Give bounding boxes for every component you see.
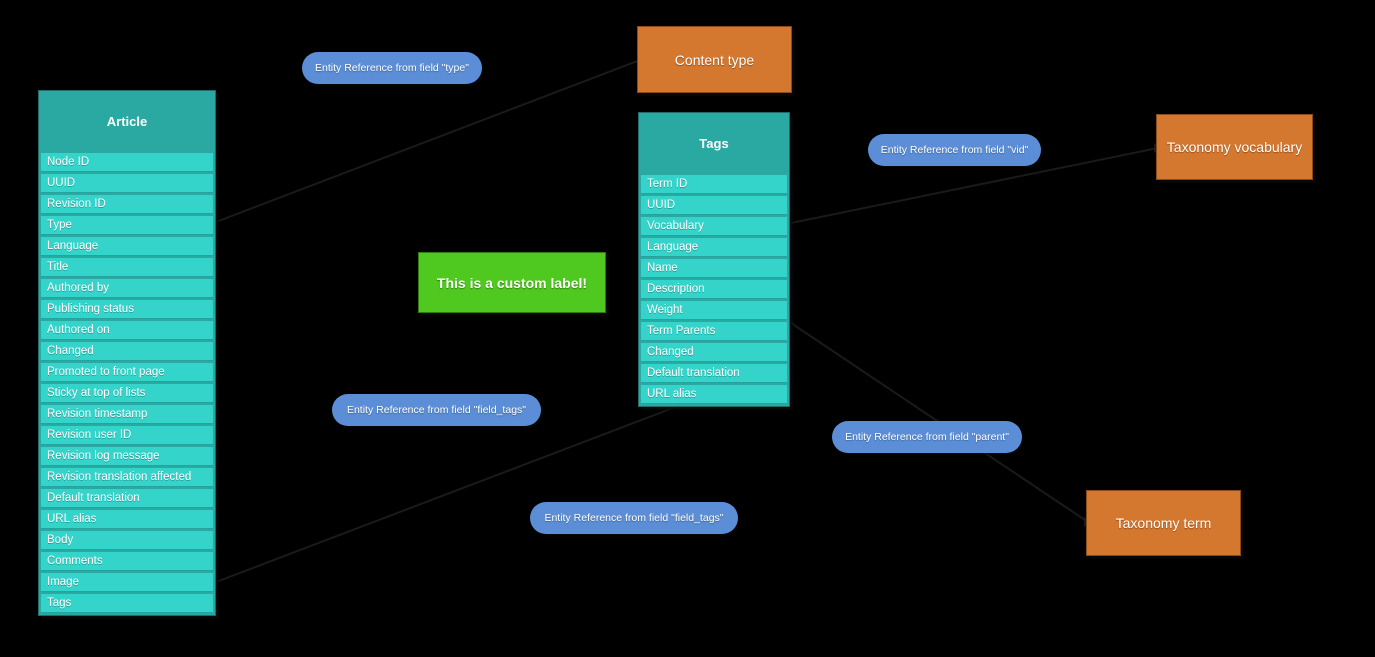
field-row[interactable]: URL alias xyxy=(41,510,213,529)
field-row[interactable]: Term ID xyxy=(641,175,787,194)
field-row[interactable]: Sticky at top of lists xyxy=(41,384,213,403)
field-row[interactable]: Changed xyxy=(41,342,213,361)
field-row[interactable]: Node ID xyxy=(41,153,213,172)
bundle-box-taxonomy-vocabulary[interactable]: Taxonomy vocabulary xyxy=(1156,114,1313,180)
relation-pill-parent[interactable]: Entity Reference from field "parent" xyxy=(832,421,1022,453)
entity-table-article[interactable]: Article Node ID UUID Revision ID Type La… xyxy=(38,90,216,616)
field-row[interactable]: Revision log message xyxy=(41,447,213,466)
custom-label-box[interactable]: This is a custom label! xyxy=(418,252,606,313)
relation-pill-label: Entity Reference from field "field_tags" xyxy=(544,512,724,524)
field-row[interactable]: Body xyxy=(41,531,213,550)
bundle-box-label: Taxonomy vocabulary xyxy=(1166,139,1303,155)
relation-pill-type[interactable]: Entity Reference from field "type" xyxy=(302,52,482,84)
bundle-box-content-type[interactable]: Content type xyxy=(637,26,792,93)
field-row[interactable]: UUID xyxy=(41,174,213,193)
field-row[interactable]: Authored by xyxy=(41,279,213,298)
bundle-box-taxonomy-term[interactable]: Taxonomy term xyxy=(1086,490,1241,556)
field-row[interactable]: Weight xyxy=(641,301,787,320)
entity-table-tags[interactable]: Tags Term ID UUID Vocabulary Language Na… xyxy=(638,112,790,407)
relation-pill-label: Entity Reference from field "vid" xyxy=(880,144,1029,156)
entity-title-tags: Tags xyxy=(699,136,729,152)
field-row[interactable]: Revision translation affected xyxy=(41,468,213,487)
field-row[interactable]: Vocabulary xyxy=(641,217,787,236)
relation-pill-field-tags-upper[interactable]: Entity Reference from field "field_tags" xyxy=(332,394,541,426)
field-row[interactable]: Revision user ID xyxy=(41,426,213,445)
diagram-canvas: Article Node ID UUID Revision ID Type La… xyxy=(0,0,1375,657)
field-row[interactable]: Description xyxy=(641,280,787,299)
relation-pill-field-tags-lower[interactable]: Entity Reference from field "field_tags" xyxy=(530,502,738,534)
entity-header-article: Article xyxy=(39,91,215,153)
field-row[interactable]: Promoted to front page xyxy=(41,363,213,382)
field-row[interactable]: Language xyxy=(41,237,213,256)
field-row[interactable]: Revision timestamp xyxy=(41,405,213,424)
relation-pill-label: Entity Reference from field "field_tags" xyxy=(346,404,527,416)
field-row[interactable]: Authored on xyxy=(41,321,213,340)
entity-fields-tags: Term ID UUID Vocabulary Language Name De… xyxy=(639,175,789,406)
field-row[interactable]: URL alias xyxy=(641,385,787,404)
field-row[interactable]: Comments xyxy=(41,552,213,571)
field-row[interactable]: Revision ID xyxy=(41,195,213,214)
field-row[interactable]: Publishing status xyxy=(41,300,213,319)
field-row[interactable]: UUID xyxy=(641,196,787,215)
field-row[interactable]: Type xyxy=(41,216,213,235)
field-row[interactable]: Term Parents xyxy=(641,322,787,341)
entity-title-article: Article xyxy=(106,114,148,130)
connector-article-type-to-content-type xyxy=(215,59,641,223)
entity-header-tags: Tags xyxy=(639,113,789,175)
field-row[interactable]: Changed xyxy=(641,343,787,362)
relation-pill-vid[interactable]: Entity Reference from field "vid" xyxy=(868,134,1041,166)
relation-pill-label: Entity Reference from field "parent" xyxy=(845,431,1009,443)
field-row[interactable]: Tags xyxy=(41,594,213,613)
field-row[interactable]: Name xyxy=(641,259,787,278)
bundle-box-label: Content type xyxy=(674,51,755,68)
bundle-box-label: Taxonomy term xyxy=(1115,515,1212,531)
field-row[interactable]: Default translation xyxy=(641,364,787,383)
field-row[interactable]: Language xyxy=(641,238,787,257)
field-row[interactable]: Image xyxy=(41,573,213,592)
custom-label-text: This is a custom label! xyxy=(436,274,588,291)
entity-fields-article: Node ID UUID Revision ID Type Language T… xyxy=(39,153,215,615)
field-row[interactable]: Title xyxy=(41,258,213,277)
relation-pill-label: Entity Reference from field "type" xyxy=(315,62,469,74)
field-row[interactable]: Default translation xyxy=(41,489,213,508)
